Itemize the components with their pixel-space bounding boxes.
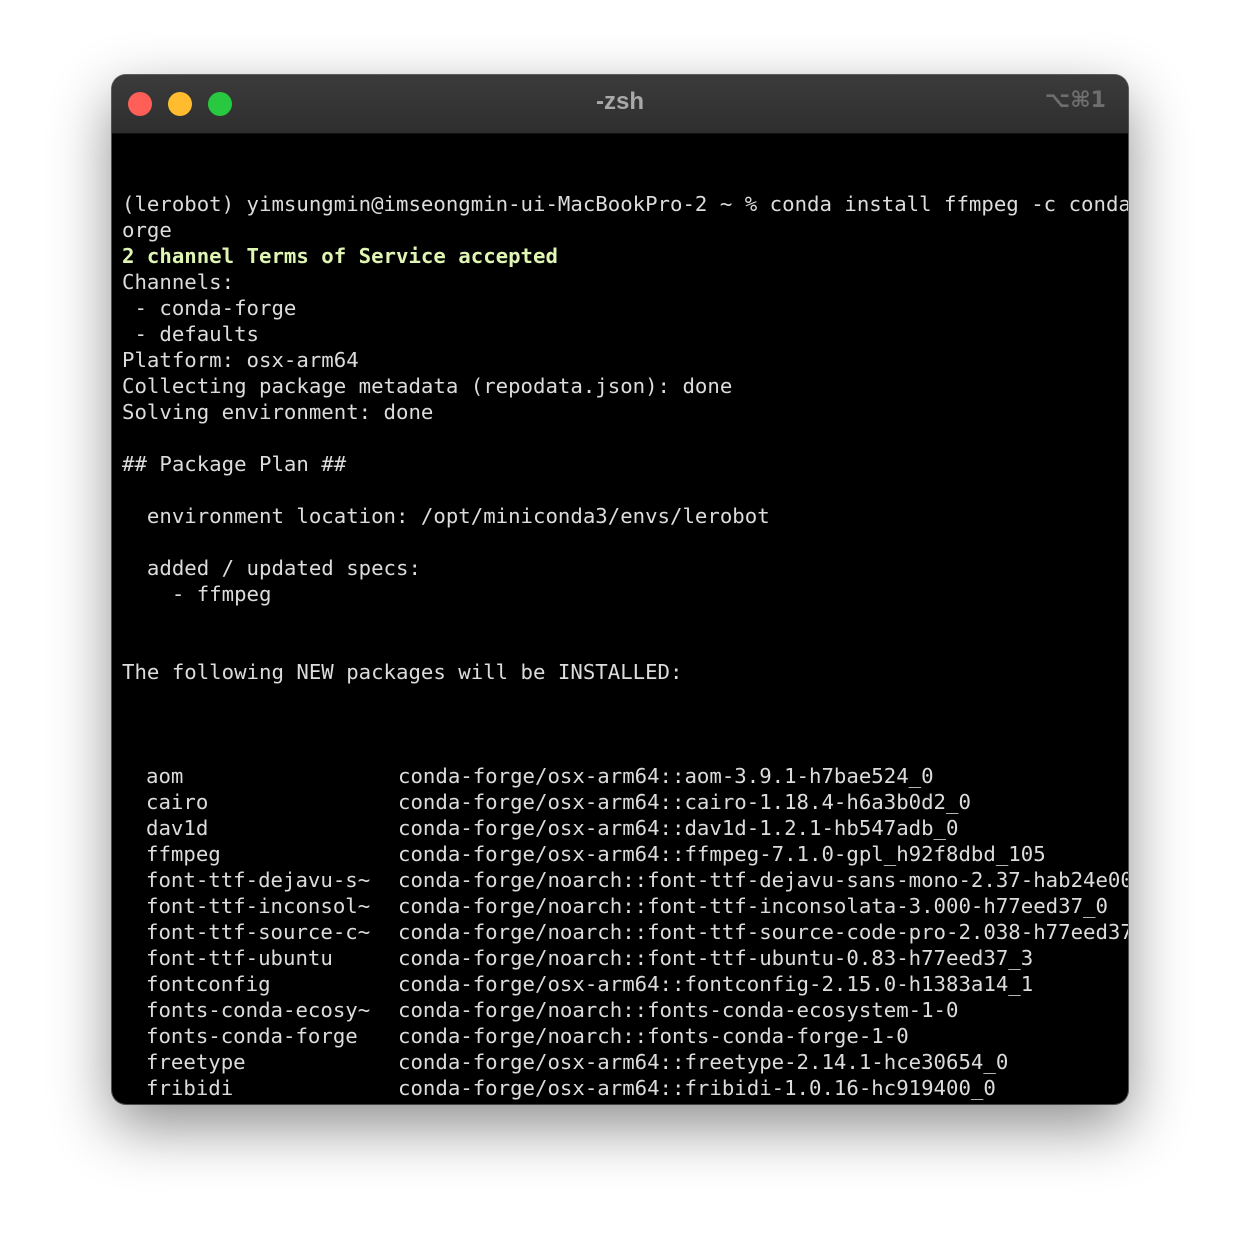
- package-name: font-ttf-source-c~: [146, 920, 371, 944]
- package-name: ffmpeg: [146, 842, 221, 866]
- package-source: conda-forge/osx-arm64::aom-3.9.1-h7bae52…: [398, 764, 934, 788]
- terminal-line: Platform: osx-arm64: [122, 348, 359, 372]
- package-source: conda-forge/osx-arm64::cairo-1.18.4-h6a3…: [398, 790, 971, 814]
- package-source: conda-forge/osx-arm64::fontconfig-2.15.0…: [398, 972, 1034, 996]
- terminal-line: The following NEW packages will be INSTA…: [122, 660, 683, 684]
- package-source: conda-forge/osx-arm64::freetype-2.14.1-h…: [398, 1050, 1009, 1074]
- package-row: fonts-conda-forge conda-forge/noarch::fon…: [122, 1023, 1122, 1049]
- package-row: font-ttf-inconsol~ conda-forge/noarch::fo…: [122, 893, 1122, 919]
- terminal-window: -zsh ⌥⌘1 (lerobot) yimsungmin@imseongmin…: [112, 75, 1128, 1104]
- package-source: conda-forge/noarch::fonts-conda-ecosyste…: [398, 998, 959, 1022]
- terminal-line: (lerobot) yimsungmin@imseongmin-ui-MacBo…: [122, 192, 1128, 216]
- terminal-line: added / updated specs:: [122, 556, 421, 580]
- package-name: freetype: [146, 1050, 246, 1074]
- terminal-lines: (lerobot) yimsungmin@imseongmin-ui-MacBo…: [122, 191, 1128, 711]
- terminal-line: - defaults: [122, 322, 260, 346]
- terminal-line: Channels:: [122, 270, 235, 294]
- package-name: fonts-conda-forge: [146, 1024, 358, 1048]
- title-bar[interactable]: -zsh ⌥⌘1: [112, 75, 1128, 134]
- package-name: fontconfig: [146, 972, 271, 996]
- package-row: fribidi conda-forge/osx-arm64::fribidi-1.…: [122, 1075, 1122, 1101]
- package-row: cairo conda-forge/osx-arm64::cairo-1.18.4…: [122, 789, 1122, 815]
- terminal-line: - ffmpeg: [122, 582, 272, 606]
- package-source: conda-forge/noarch::font-ttf-source-code…: [398, 920, 1128, 944]
- package-list: aom conda-forge/osx-arm64::aom-3.9.1-h7ba…: [122, 763, 1128, 1104]
- terminal-line: orge: [122, 218, 172, 242]
- package-source: conda-forge/osx-arm64::dav1d-1.2.1-hb547…: [398, 816, 959, 840]
- terminal-line: ## Package Plan ##: [122, 452, 347, 476]
- package-row: font-ttf-ubuntu conda-forge/noarch::font-…: [122, 945, 1122, 971]
- package-row: aom conda-forge/osx-arm64::aom-3.9.1-h7ba…: [122, 763, 1122, 789]
- terminal-line: environment location: /opt/miniconda3/en…: [122, 504, 770, 528]
- package-name: font-ttf-inconsol~: [146, 894, 371, 918]
- package-name: fribidi: [146, 1076, 234, 1100]
- package-source: conda-forge/osx-arm64::ffmpeg-7.1.0-gpl_…: [398, 842, 1046, 866]
- package-row: fontconfig conda-forge/osx-arm64::fontcon…: [122, 971, 1122, 997]
- terminal-line: Collecting package metadata (repodata.js…: [122, 374, 733, 398]
- window-shortcut: ⌥⌘1: [1044, 88, 1106, 113]
- package-source: conda-forge/noarch::fonts-conda-forge-1-…: [398, 1024, 909, 1048]
- terminal-output[interactable]: (lerobot) yimsungmin@imseongmin-ui-MacBo…: [122, 139, 1128, 1104]
- package-name: fonts-conda-ecosy~: [146, 998, 371, 1022]
- package-name: dav1d: [146, 816, 209, 840]
- package-row: gdk-pixbufconda-forge/osx-arm64::gdk-pix…: [122, 1101, 1122, 1104]
- package-name: cairo: [146, 790, 209, 814]
- package-name: gdk-pixbuf: [122, 1101, 398, 1104]
- package-row: ffmpeg conda-forge/osx-arm64::ffmpeg-7.1.…: [122, 841, 1122, 867]
- terminal-line: Solving environment: done: [122, 400, 434, 424]
- package-source: conda-forge/osx-arm64::fribidi-1.0.16-hc…: [398, 1076, 996, 1100]
- package-source: conda-forge/osx-arm64::gdk-pixbuf-2.42.1…: [398, 1102, 1046, 1104]
- package-name: font-ttf-dejavu-s~: [146, 868, 371, 892]
- package-source: conda-forge/noarch::font-ttf-ubuntu-0.83…: [398, 946, 1034, 970]
- package-row: font-ttf-source-c~ conda-forge/noarch::fo…: [122, 919, 1128, 945]
- terminal-line: 2 channel Terms of Service accepted: [122, 244, 558, 268]
- terminal-line: - conda-forge: [122, 296, 297, 320]
- package-row: font-ttf-dejavu-s~ conda-forge/noarch::fo…: [122, 867, 1128, 893]
- window-title: -zsh: [596, 88, 644, 115]
- package-row: fonts-conda-ecosy~ conda-forge/noarch::fo…: [122, 997, 1122, 1023]
- package-name: font-ttf-ubuntu: [146, 946, 333, 970]
- package-name: aom: [146, 764, 184, 788]
- package-row: dav1d conda-forge/osx-arm64::dav1d-1.2.1-…: [122, 815, 1122, 841]
- package-source: conda-forge/noarch::font-ttf-inconsolata…: [398, 894, 1108, 918]
- package-source: conda-forge/noarch::font-ttf-dejavu-sans…: [398, 868, 1128, 892]
- package-row: freetype conda-forge/osx-arm64::freetype-…: [122, 1049, 1122, 1075]
